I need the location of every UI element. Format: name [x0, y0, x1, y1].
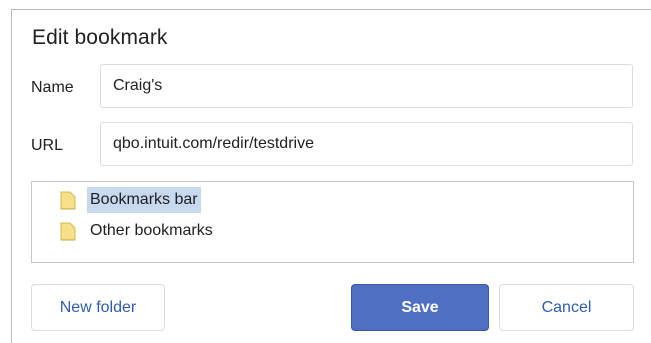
folder-label: Bookmarks bar: [87, 187, 201, 213]
name-label: Name: [31, 79, 74, 96]
folder-item-other-bookmarks[interactable]: Other bookmarks: [60, 219, 216, 243]
edit-bookmark-dialog: Edit bookmark Name URL Bookmarks bar Oth…: [11, 9, 651, 343]
folder-icon: [60, 222, 76, 240]
folder-tree: Bookmarks bar Other bookmarks: [31, 181, 634, 263]
name-input[interactable]: [100, 64, 633, 108]
url-label: URL: [31, 137, 64, 154]
dialog-title: Edit bookmark: [32, 26, 168, 49]
new-folder-button[interactable]: New folder: [31, 284, 165, 331]
save-button[interactable]: Save: [351, 284, 489, 331]
cancel-button[interactable]: Cancel: [499, 284, 634, 331]
folder-label: Other bookmarks: [90, 222, 213, 239]
url-input[interactable]: [100, 122, 633, 166]
folder-item-bookmarks-bar[interactable]: Bookmarks bar: [60, 187, 201, 213]
folder-icon: [60, 191, 76, 209]
